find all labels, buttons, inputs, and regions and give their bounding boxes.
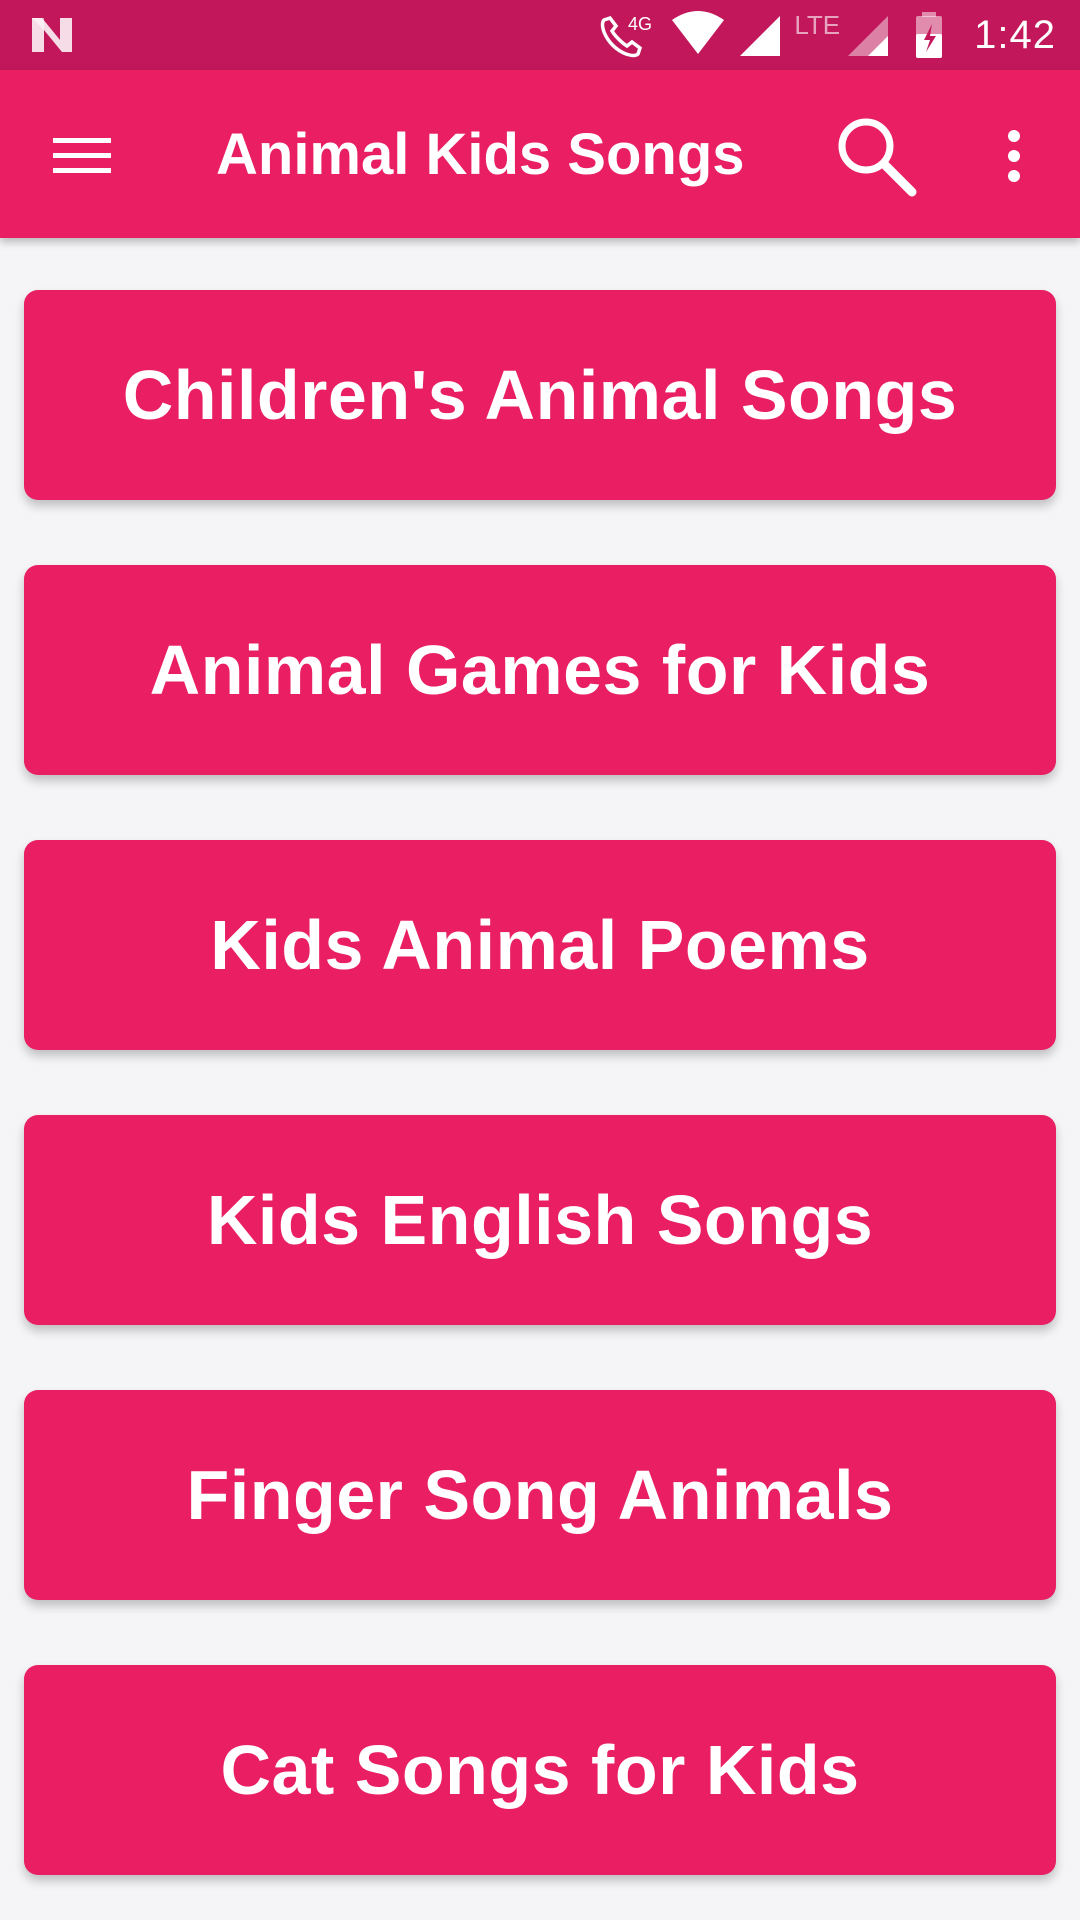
category-list: Children's Animal Songs Animal Games for…: [0, 238, 1080, 1920]
search-icon: [838, 118, 917, 197]
network-type-label: 4G: [628, 14, 652, 34]
category-button-finger-song-animals[interactable]: Finger Song Animals: [24, 1390, 1056, 1600]
app-title: Animal Kids Songs: [216, 122, 745, 187]
signal-icon: [740, 16, 781, 56]
hamburger-menu-icon: [53, 138, 111, 173]
category-button-childrens-animal-songs[interactable]: Children's Animal Songs: [24, 290, 1056, 500]
category-button-animal-games-for-kids[interactable]: Animal Games for Kids: [24, 565, 1056, 775]
signal-icon-secondary: [848, 16, 889, 56]
more-vert-icon: [1008, 130, 1020, 182]
n-logo-icon: [32, 18, 72, 52]
wifi-call-icon: 4G: [601, 14, 652, 58]
battery-charging-icon: [916, 12, 943, 58]
search-button[interactable]: [826, 106, 926, 206]
category-button-kids-animal-poems[interactable]: Kids Animal Poems: [24, 840, 1056, 1050]
more-options-button[interactable]: [984, 114, 1044, 198]
category-button-cat-songs-for-kids[interactable]: Cat Songs for Kids: [24, 1665, 1056, 1875]
app-bar: Animal Kids Songs: [0, 70, 1080, 238]
status-bar: 4G LTE 1:42: [0, 0, 1080, 70]
lte-label: LTE: [794, 9, 841, 40]
menu-button[interactable]: [40, 114, 124, 198]
status-time: 1:42: [974, 12, 1056, 57]
category-button-kids-english-songs[interactable]: Kids English Songs: [24, 1115, 1056, 1325]
wifi-icon: [672, 11, 725, 54]
status-icons: 4G LTE 1:42: [596, 0, 1080, 70]
